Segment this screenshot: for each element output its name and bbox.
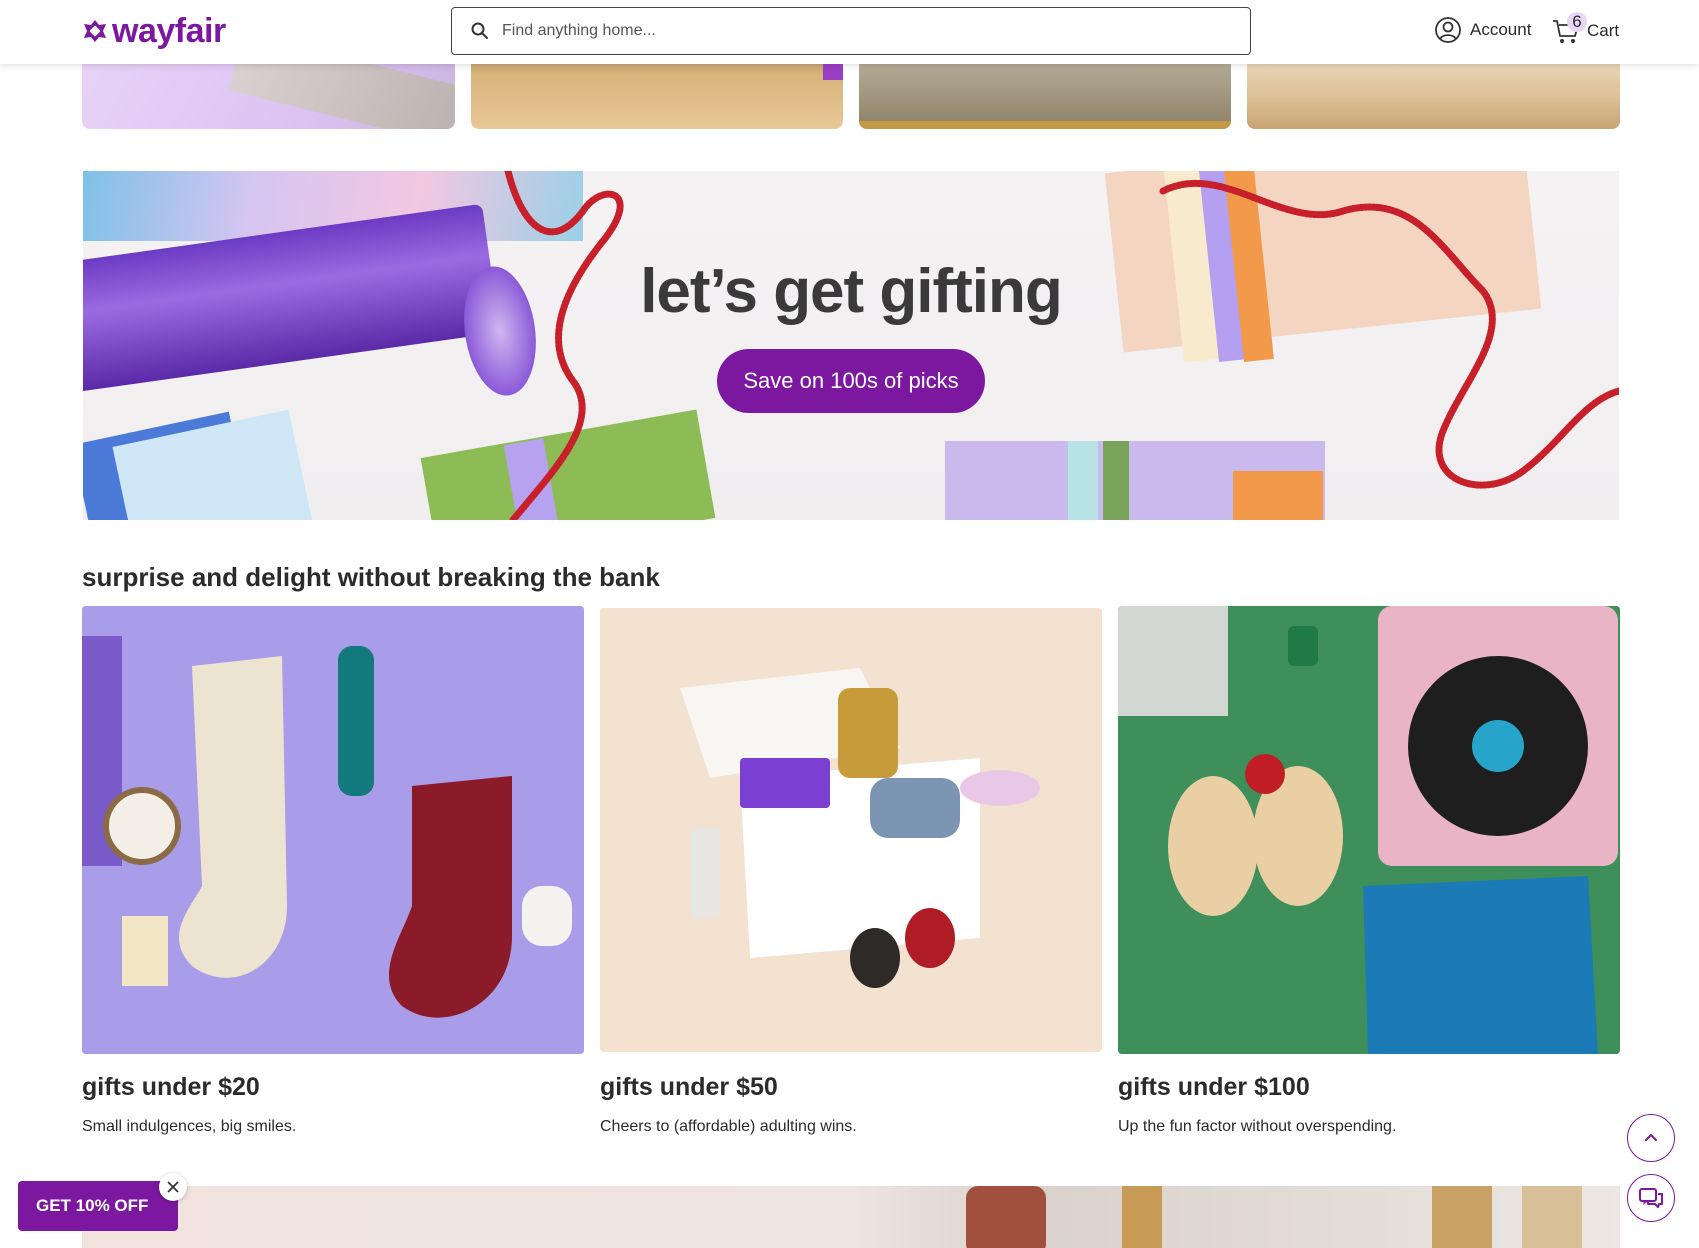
record-player-illustration — [1118, 606, 1620, 1054]
banner-title: let’s get gifting — [640, 257, 1063, 326]
card-2-title[interactable]: gifts under $50 — [600, 1073, 778, 1102]
gifts-under-100-image[interactable] — [1118, 606, 1620, 1054]
discount-promo-button[interactable]: GET 10% OFF — [18, 1181, 178, 1231]
chat-icon — [1639, 1188, 1663, 1208]
next-section-image[interactable] — [82, 1186, 1620, 1248]
chat-button[interactable] — [1627, 1174, 1675, 1222]
gift-box-illustration — [600, 608, 1102, 1052]
search-input[interactable] — [502, 22, 1202, 40]
account-label: Account — [1470, 20, 1532, 39]
card-2-description: Cheers to (affordable) adulting wins. — [600, 1118, 857, 1135]
card-1-title[interactable]: gifts under $20 — [82, 1073, 260, 1102]
cart-button[interactable]: 6 Cart — [1551, 12, 1620, 46]
logo-text: wayfair — [112, 11, 226, 50]
site-header: wayfair Account 6 Cart — [0, 0, 1699, 64]
gifting-banner[interactable]: let’s get gifting Save on 100s of picks — [83, 171, 1619, 520]
card-3-title[interactable]: gifts under $100 — [1118, 1073, 1310, 1102]
card-3-description: Up the fun factor without overspending. — [1118, 1118, 1397, 1135]
chevron-up-icon — [1645, 1134, 1657, 1141]
card-1-description: Small indulgences, big smiles. — [82, 1118, 297, 1135]
decor-illustration — [966, 1186, 1582, 1248]
cart-count-badge: 6 — [1567, 12, 1587, 32]
close-icon — [167, 1181, 179, 1193]
gifts-under-50-image[interactable] — [600, 608, 1102, 1052]
tinsel-garland — [504, 171, 1619, 520]
stockings-illustration — [82, 606, 584, 1054]
cart-label: Cart — [1587, 21, 1620, 40]
account-icon — [1435, 17, 1461, 43]
search-icon — [471, 22, 488, 39]
promo-close-button[interactable] — [159, 1173, 187, 1201]
section-title: surprise and delight without breaking th… — [82, 562, 660, 592]
search-bar[interactable] — [451, 7, 1251, 55]
scroll-to-top-button[interactable] — [1627, 1114, 1675, 1162]
wayfair-logo-icon — [84, 20, 106, 42]
wayfair-logo[interactable]: wayfair — [82, 12, 226, 50]
gifts-under-20-image[interactable] — [82, 606, 584, 1054]
account-button[interactable]: Account — [1434, 16, 1531, 44]
cart-icon-wrap: 6 — [1551, 12, 1587, 46]
save-on-picks-button[interactable]: Save on 100s of picks — [717, 349, 985, 413]
